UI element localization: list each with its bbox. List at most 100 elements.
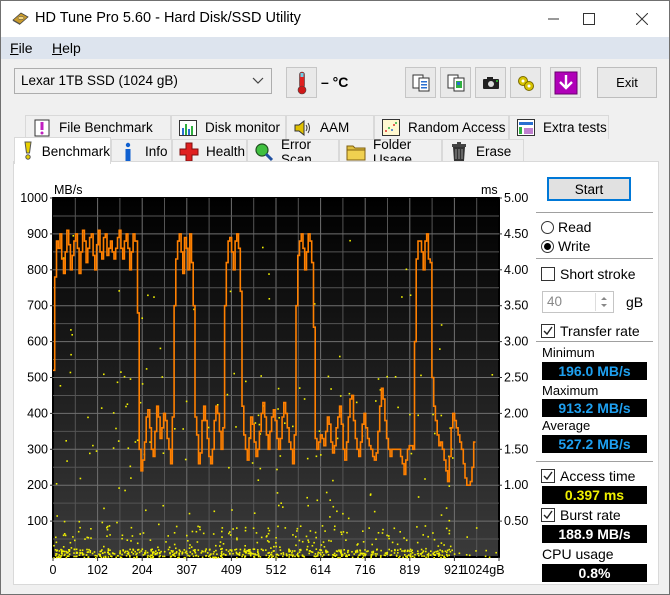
access-time-point [175, 552, 178, 554]
access-time-point [62, 546, 65, 548]
access-time-point [448, 532, 451, 535]
access-time-point [448, 529, 451, 532]
x-tick-label: 614 [310, 563, 331, 577]
access-time-point [416, 526, 418, 528]
access-time-point [339, 556, 341, 559]
access-time-point [466, 536, 468, 538]
access-time-point [152, 553, 154, 555]
access-time-point [402, 556, 404, 559]
average-value: 527.2 MB/s [542, 435, 647, 453]
access-time-point [328, 539, 330, 542]
access-time-point [181, 553, 183, 555]
access-time-point [222, 553, 225, 555]
access-time-point [485, 549, 487, 552]
access-time-point [268, 555, 271, 558]
x-tick-label: 0 [50, 563, 57, 577]
access-time-point [347, 551, 349, 554]
access-time-point [253, 548, 256, 550]
access-time-point [381, 532, 384, 534]
access-time-point [323, 554, 325, 556]
access-time-checkbox[interactable]: Access time [541, 468, 635, 484]
access-time-point [346, 531, 348, 534]
access-time-point [118, 290, 120, 292]
access-time-point [376, 549, 378, 551]
access-time-point [333, 552, 336, 555]
y-tick-label: 100 [27, 514, 48, 528]
access-time-point [333, 528, 336, 531]
access-time-point [275, 545, 277, 548]
access-time-point [245, 380, 247, 383]
access-time-point [146, 551, 149, 554]
access-time-point [292, 554, 294, 556]
access-time-point [388, 535, 390, 537]
read-radio-circle [541, 220, 554, 234]
access-time-point [178, 552, 180, 555]
tab-benchmark-label: Benchmark [41, 143, 110, 159]
access-time-point [334, 554, 336, 557]
access-time-point [243, 548, 246, 551]
access-time-point [130, 477, 132, 479]
access-time-point [340, 550, 342, 553]
y-tick-label: 800 [27, 263, 48, 277]
y2-tick-label: 5.00 [504, 191, 528, 205]
access-time-point [446, 553, 448, 556]
save-button[interactable] [550, 67, 581, 98]
transfer-rate-checkbox[interactable]: Transfer rate [541, 323, 640, 339]
access-time-point [227, 550, 230, 553]
access-time-point [308, 552, 310, 555]
access-time-point [329, 516, 331, 518]
close-button[interactable] [619, 1, 665, 37]
separator [536, 212, 653, 213]
access-time-point [113, 553, 116, 555]
access-time-point [109, 549, 111, 551]
access-time-point [174, 428, 176, 430]
access-time-point [118, 487, 120, 489]
start-button[interactable]: Start [547, 177, 631, 201]
access-time-point [409, 555, 412, 558]
access-time-point [229, 531, 231, 533]
access-time-point [421, 555, 423, 557]
access-time-point [231, 509, 233, 511]
short-stroke-checkbox[interactable]: Short stroke [541, 266, 635, 282]
access-time-point [367, 550, 369, 552]
x-tick-label: 307 [176, 563, 197, 577]
access-time-point [106, 526, 108, 529]
access-time-point [205, 555, 207, 557]
access-time-point [151, 554, 153, 557]
access-time-point [69, 371, 72, 374]
access-time-point [145, 368, 148, 370]
access-time-point [126, 550, 129, 553]
access-time-point [252, 527, 255, 529]
burst-rate-checkbox[interactable]: Burst rate [541, 507, 621, 523]
access-time-point [75, 555, 77, 558]
maximize-button[interactable] [566, 1, 612, 37]
y2-tick-label: 1.50 [504, 442, 528, 456]
access-time-point [178, 556, 180, 559]
access-time-point [386, 534, 388, 537]
access-time-point [208, 555, 210, 558]
exit-button[interactable]: Exit [597, 67, 657, 98]
access-time-point [183, 549, 186, 551]
access-time-point [285, 554, 288, 557]
access-time-point [73, 555, 75, 558]
write-radio[interactable]: Write [541, 238, 590, 254]
short-stroke-box [541, 267, 555, 281]
spinner-arrows-icon[interactable] [595, 293, 611, 311]
access-time-point [217, 556, 220, 559]
access-time-point [279, 455, 282, 457]
access-time-point [87, 551, 89, 553]
access-time-point [277, 525, 279, 528]
access-time-point [116, 381, 119, 384]
access-time-point [185, 550, 188, 553]
access-time-point [241, 555, 243, 558]
access-time-point [99, 550, 101, 553]
tab-benchmark[interactable]: Benchmark [14, 137, 111, 164]
access-time-point [213, 551, 215, 553]
short-stroke-size-spinner[interactable]: 40 [542, 291, 614, 313]
access-time-point [115, 556, 117, 559]
read-radio[interactable]: Read [541, 219, 591, 235]
access-time-point [284, 527, 287, 529]
access-time-point [235, 548, 238, 551]
access-time-point [351, 556, 354, 559]
y2-tick-label: 1.00 [504, 478, 528, 492]
